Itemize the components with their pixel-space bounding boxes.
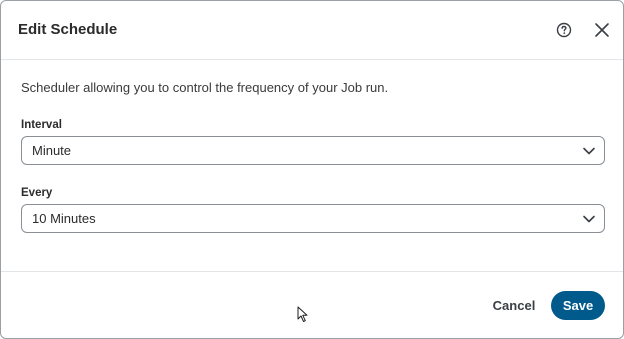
dialog-title: Edit Schedule (18, 21, 118, 38)
mouse-pointer-icon (297, 306, 308, 322)
close-icon (595, 23, 609, 37)
help-button[interactable] (555, 21, 573, 39)
dialog-header: Edit Schedule (1, 1, 623, 60)
help-circle-icon (556, 22, 572, 38)
interval-label: Interval (21, 119, 62, 131)
interval-select-value: Minute (32, 143, 72, 158)
chevron-down-icon (583, 215, 595, 223)
every-select-value: 10 Minutes (32, 211, 96, 226)
close-button[interactable] (593, 21, 611, 39)
save-button[interactable]: Save (551, 291, 605, 320)
every-select[interactable]: 10 Minutes (21, 204, 605, 233)
cancel-button[interactable]: Cancel (485, 291, 543, 319)
chevron-down-icon (583, 147, 595, 155)
edit-schedule-dialog: Edit Schedule Scheduler allowing you to … (0, 0, 624, 339)
every-label: Every (21, 187, 53, 199)
dialog-description: Scheduler allowing you to control the fr… (21, 80, 389, 95)
interval-select[interactable]: Minute (21, 136, 605, 165)
footer-divider (1, 271, 623, 272)
